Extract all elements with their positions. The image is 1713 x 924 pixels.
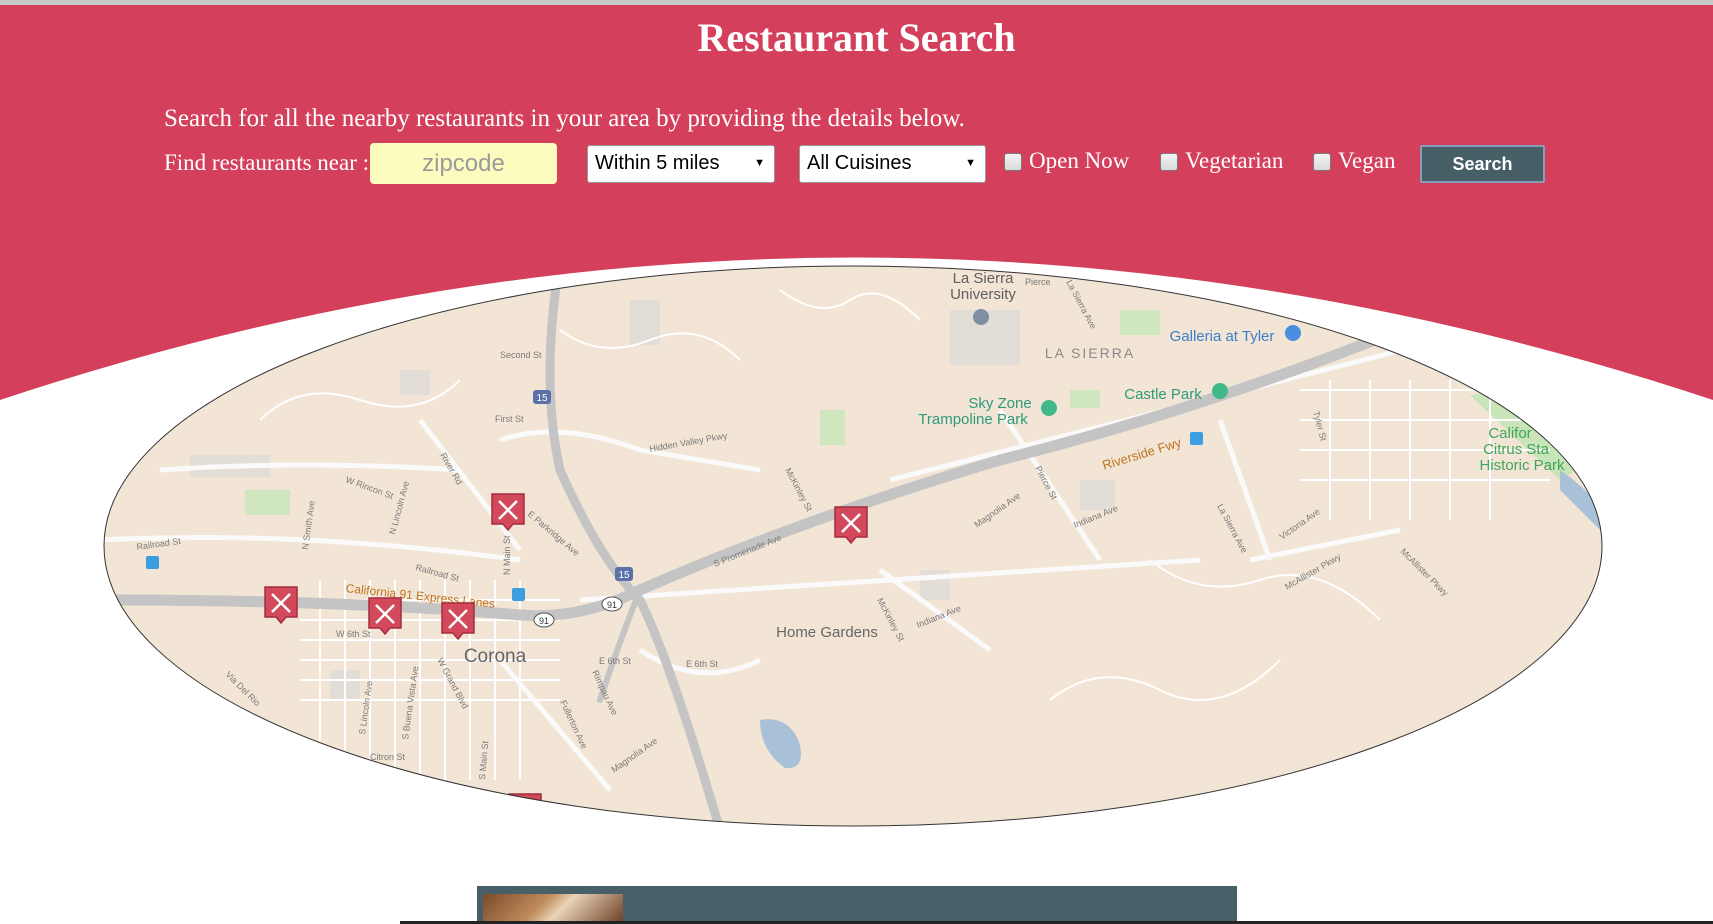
- map-label-district: LA SIERRA: [1045, 345, 1135, 361]
- map-label-galleria: Galleria at Tyler: [1170, 328, 1275, 345]
- map-label-university: University: [950, 286, 1016, 303]
- street-label: Second St: [500, 350, 542, 360]
- map[interactable]: 15 15 91 91 La Sierra University LA SIER…: [0, 0, 1713, 924]
- map-canvas[interactable]: 15 15 91 91 La Sierra University LA SIER…: [100, 250, 1610, 830]
- map-label-citrus-park: Historic Park: [1479, 457, 1565, 474]
- street-label: Pierce: [1025, 277, 1051, 287]
- park-area: [1120, 310, 1160, 335]
- building-area: [400, 370, 430, 395]
- street-label: E 6th St: [686, 659, 719, 669]
- route-91-shield: 91: [533, 612, 555, 628]
- street-label: W 6th St: [336, 629, 371, 639]
- street-label: N Main St: [502, 535, 512, 575]
- svg-text:91: 91: [607, 600, 617, 610]
- route-15-shield: 15: [615, 567, 633, 581]
- svg-text:15: 15: [536, 393, 548, 404]
- park-area: [820, 410, 845, 445]
- park-area: [1070, 390, 1100, 408]
- park-icon: [1212, 383, 1228, 399]
- street-label: E 6th St: [599, 656, 632, 666]
- map-label-citrus-park: Califor: [1488, 425, 1531, 442]
- map-label-corona: Corona: [464, 646, 527, 667]
- restaurant-marker[interactable]: [441, 602, 475, 641]
- transit-icon: [146, 556, 159, 569]
- park-icon: [1041, 400, 1057, 416]
- transit-icon: [1190, 432, 1203, 445]
- result-card[interactable]: [477, 886, 1237, 924]
- street-label: First St: [495, 414, 524, 424]
- transit-icon: [512, 588, 525, 601]
- route-91-shield: 91: [601, 596, 623, 612]
- map-label-castle-park: Castle Park: [1124, 386, 1202, 403]
- restaurant-marker[interactable]: [368, 597, 402, 636]
- map-label-sky-zone: Sky Zone: [968, 395, 1031, 412]
- street-label: Citron St: [370, 752, 406, 762]
- restaurant-thumbnail: [483, 894, 623, 924]
- map-label-home-gardens: Home Gardens: [776, 624, 878, 641]
- shopping-icon: [1285, 325, 1301, 341]
- svg-text:15: 15: [618, 570, 630, 581]
- park-area: [245, 490, 290, 515]
- university-icon: [973, 309, 989, 325]
- map-label-sky-zone: Trampoline Park: [918, 411, 1028, 428]
- restaurant-marker[interactable]: [264, 586, 298, 625]
- svg-text:91: 91: [539, 616, 549, 626]
- route-15-shield: 15: [533, 390, 551, 404]
- restaurant-marker[interactable]: [834, 506, 868, 545]
- map-label-citrus-park: Citrus Sta: [1483, 441, 1550, 458]
- map-label-university: La Sierra: [953, 270, 1015, 287]
- restaurant-marker[interactable]: [491, 493, 525, 532]
